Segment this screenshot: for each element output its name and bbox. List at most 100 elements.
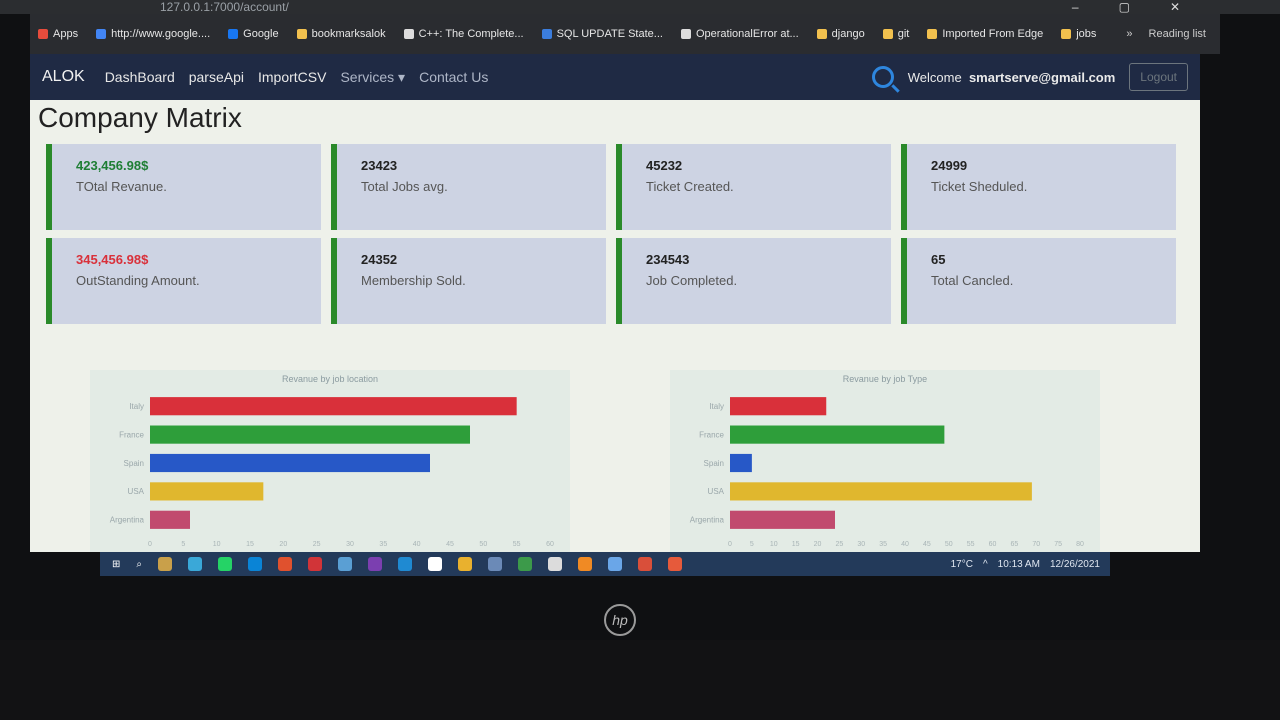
drive-icon[interactable]	[518, 557, 532, 571]
bar-usa[interactable]	[150, 482, 264, 501]
bar-argentina[interactable]	[150, 510, 190, 529]
p-app-icon[interactable]	[638, 557, 652, 571]
weather-text[interactable]: 17°C	[951, 559, 973, 570]
bookmark-item[interactable]: C++: The Complete...	[403, 28, 524, 40]
bar-argentina[interactable]	[730, 510, 835, 529]
nav-services-label: Services	[340, 68, 395, 85]
category-label: Argentina	[110, 516, 145, 525]
file-explorer-icon[interactable]	[158, 557, 172, 571]
nav-dashboard[interactable]: DashBoard	[105, 69, 175, 85]
bookmark-item[interactable]: Google	[228, 28, 279, 40]
laptop-screen: 127.0.0.1:7000/account/ –▢✕ Apps http://w…	[0, 0, 1280, 720]
chrome-icon[interactable]	[188, 557, 202, 571]
bookmark-label: django	[831, 28, 865, 40]
category-label: France	[119, 430, 144, 439]
clock-time[interactable]: 10:13 AM	[998, 559, 1040, 570]
bookmark-item[interactable]: git	[882, 28, 910, 40]
revenue-by-type-chart: Revanue by job Type Italy France Spain USA A…	[670, 370, 1100, 552]
chart-title: Revanue by job Type	[842, 374, 928, 384]
bookmark-item[interactable]: bookmarksalok	[296, 28, 386, 40]
navbar-right: Welcome smartserve@gmail.com Logout	[871, 63, 1188, 91]
app-icon[interactable]	[458, 557, 472, 571]
x-tick-label: 70	[1032, 541, 1040, 548]
metric-label: TOtal Revanue.	[76, 179, 167, 194]
settings-icon[interactable]	[608, 557, 622, 571]
x-tick-label: 30	[346, 541, 354, 548]
metric-label: Total Cancled.	[931, 273, 1014, 288]
bookmark-item[interactable]: django	[816, 28, 865, 40]
bookmarks-overflow[interactable]: »	[1126, 28, 1132, 40]
bookmarks-right: » Reading list	[1126, 28, 1220, 40]
tray-chevron-icon[interactable]: ^	[983, 559, 988, 570]
bookmark-label: git	[897, 28, 910, 40]
welcome-user: smartserve@gmail.com	[968, 69, 1116, 85]
x-tick-label: 30	[857, 541, 865, 548]
nav-services-dropdown[interactable]: Services ▾	[340, 69, 405, 86]
chevron-down-icon: ▾	[398, 68, 406, 85]
x-tick-label: 45	[446, 541, 454, 548]
vscode-icon[interactable]	[398, 557, 412, 571]
x-tick-label: 20	[814, 541, 822, 548]
nav-contact[interactable]: Contact Us	[419, 69, 488, 85]
bar-usa[interactable]	[730, 482, 1032, 501]
category-label: France	[699, 430, 724, 439]
hp-logo: hp	[604, 604, 636, 636]
bar-spain[interactable]	[150, 453, 430, 473]
terminal-icon[interactable]	[548, 557, 562, 571]
whatsapp-icon[interactable]	[218, 557, 232, 571]
bookmark-item[interactable]: Apps	[38, 28, 78, 40]
active-chrome-icon[interactable]	[488, 557, 502, 571]
search-icon[interactable]	[871, 66, 894, 88]
brave-icon[interactable]	[278, 557, 292, 571]
windows-start-icon[interactable]: ⊞	[112, 559, 120, 570]
search-icon[interactable]: ⌕	[136, 559, 142, 570]
metric-value: 345,456.98$	[76, 252, 149, 267]
edge-icon[interactable]	[248, 557, 262, 571]
minimize-icon[interactable]: –	[1072, 0, 1119, 14]
x-tick-label: 75	[1054, 541, 1062, 548]
bookmark-label: http://www.google....	[111, 28, 211, 40]
category-label: USA	[128, 487, 145, 496]
app-icon[interactable]	[428, 557, 442, 571]
vlc-icon[interactable]	[578, 557, 592, 571]
bar-france[interactable]	[730, 425, 945, 444]
x-tick-label: 55	[967, 541, 975, 548]
bookmark-item[interactable]: OperationalError at...	[680, 28, 799, 40]
x-tick-label: 5	[181, 541, 185, 548]
bookmark-item[interactable]: jobs	[1061, 28, 1096, 40]
x-tick-label: 0	[728, 541, 732, 548]
bookmark-label: Imported From Edge	[942, 28, 1044, 40]
x-tick-label: 10	[213, 541, 221, 548]
bookmark-icon	[680, 29, 691, 39]
logout-button[interactable]: Logout	[1129, 63, 1188, 91]
bookmark-label: SQL UPDATE State...	[556, 28, 663, 40]
bar-italy[interactable]	[730, 397, 827, 416]
metric-card-total-revenue: 423,456.98$ TOtal Revanue.	[46, 144, 321, 230]
metric-cards: 423,456.98$ TOtal Revanue. 23423 Total Job…	[46, 144, 1176, 324]
app-icon[interactable]	[668, 557, 682, 571]
window-controls[interactable]: –▢✕	[1072, 0, 1220, 14]
brand-link[interactable]: ALOK	[42, 68, 85, 86]
todo-icon[interactable]	[338, 557, 352, 571]
close-icon[interactable]: ✕	[1170, 0, 1220, 14]
clock-date[interactable]: 12/26/2021	[1050, 559, 1100, 570]
bookmark-item[interactable]: http://www.google....	[96, 28, 210, 40]
onenote-icon[interactable]	[368, 557, 382, 571]
nav-importcsv[interactable]: ImportCSV	[258, 69, 326, 85]
bar-spain[interactable]	[730, 453, 752, 473]
bookmark-item[interactable]: SQL UPDATE State...	[541, 28, 663, 40]
x-tick-label: 40	[413, 541, 421, 548]
reading-list-button[interactable]: Reading list	[1149, 28, 1206, 40]
x-tick-label: 50	[479, 541, 487, 548]
maximize-icon[interactable]: ▢	[1119, 0, 1170, 14]
dev-icon[interactable]	[308, 557, 322, 571]
bookmark-item[interactable]: Imported From Edge	[927, 28, 1043, 40]
bar-italy[interactable]	[150, 397, 517, 416]
x-tick-label: 55	[513, 541, 521, 548]
x-tick-label: 45	[923, 541, 931, 548]
bookmark-label: C++: The Complete...	[418, 28, 524, 40]
nav-parseapi[interactable]: parseApi	[189, 69, 244, 85]
bar-france[interactable]	[150, 425, 470, 444]
bookmark-icon	[541, 29, 552, 39]
category-label: Italy	[129, 402, 144, 411]
